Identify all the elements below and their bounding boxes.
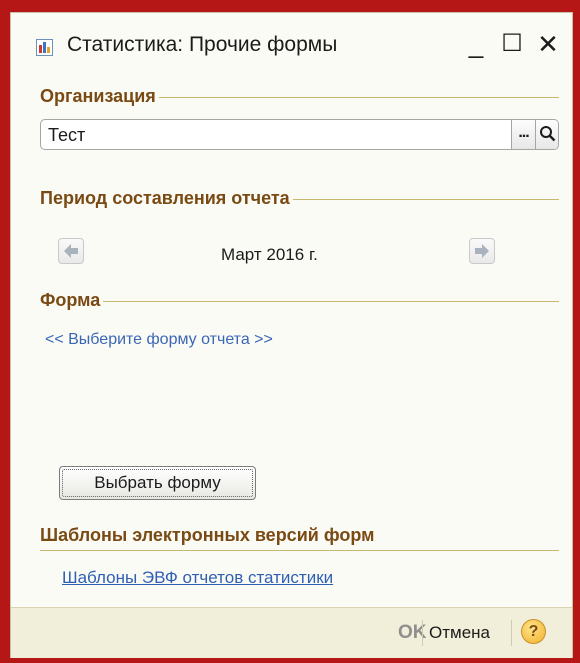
choose-button[interactable]: ... <box>511 120 535 149</box>
arrow-left-icon <box>64 244 78 258</box>
magnifier-icon <box>539 126 555 142</box>
templates-divider <box>40 550 559 551</box>
form-section-title: Форма <box>40 290 104 311</box>
period-prev-button[interactable] <box>58 238 84 264</box>
statistics-icon <box>36 39 53 56</box>
organization-field[interactable]: Тест ... <box>40 119 559 150</box>
arrow-right-icon <box>475 244 489 258</box>
help-button[interactable]: ? <box>521 619 546 644</box>
period-section-title: Период составления отчета <box>40 188 293 209</box>
period-value: Март 2016 г. <box>221 245 318 264</box>
window-title: Статистика: Прочие формы <box>67 33 338 56</box>
dialog-window: Статистика: Прочие формы _ ☐ ✕ Организац… <box>10 12 573 658</box>
organization-section-title: Организация <box>40 86 159 107</box>
templates-link[interactable]: Шаблоны ЭВФ отчетов статистики <box>62 568 333 588</box>
dialog-footer: OK Отмена ? <box>11 607 572 658</box>
templates-section-title: Шаблоны электронных версий форм <box>40 525 375 546</box>
cancel-button[interactable]: Отмена <box>429 623 490 643</box>
focus-outline <box>62 469 253 497</box>
title-bar: Статистика: Прочие формы _ ☐ ✕ <box>11 13 572 73</box>
form-divider <box>40 301 559 302</box>
minimize-button[interactable]: _ <box>459 27 493 61</box>
close-button[interactable]: ✕ <box>531 27 565 61</box>
form-hint-link[interactable]: << Выберите форму отчета >> <box>45 331 273 349</box>
select-form-button[interactable]: Выбрать форму <box>59 466 256 500</box>
maximize-button[interactable]: ☐ <box>495 27 529 61</box>
period-next-button[interactable] <box>469 238 495 264</box>
search-button[interactable] <box>535 120 558 149</box>
footer-separator <box>422 620 423 646</box>
organization-value: Тест <box>48 125 86 145</box>
footer-separator <box>511 620 512 646</box>
